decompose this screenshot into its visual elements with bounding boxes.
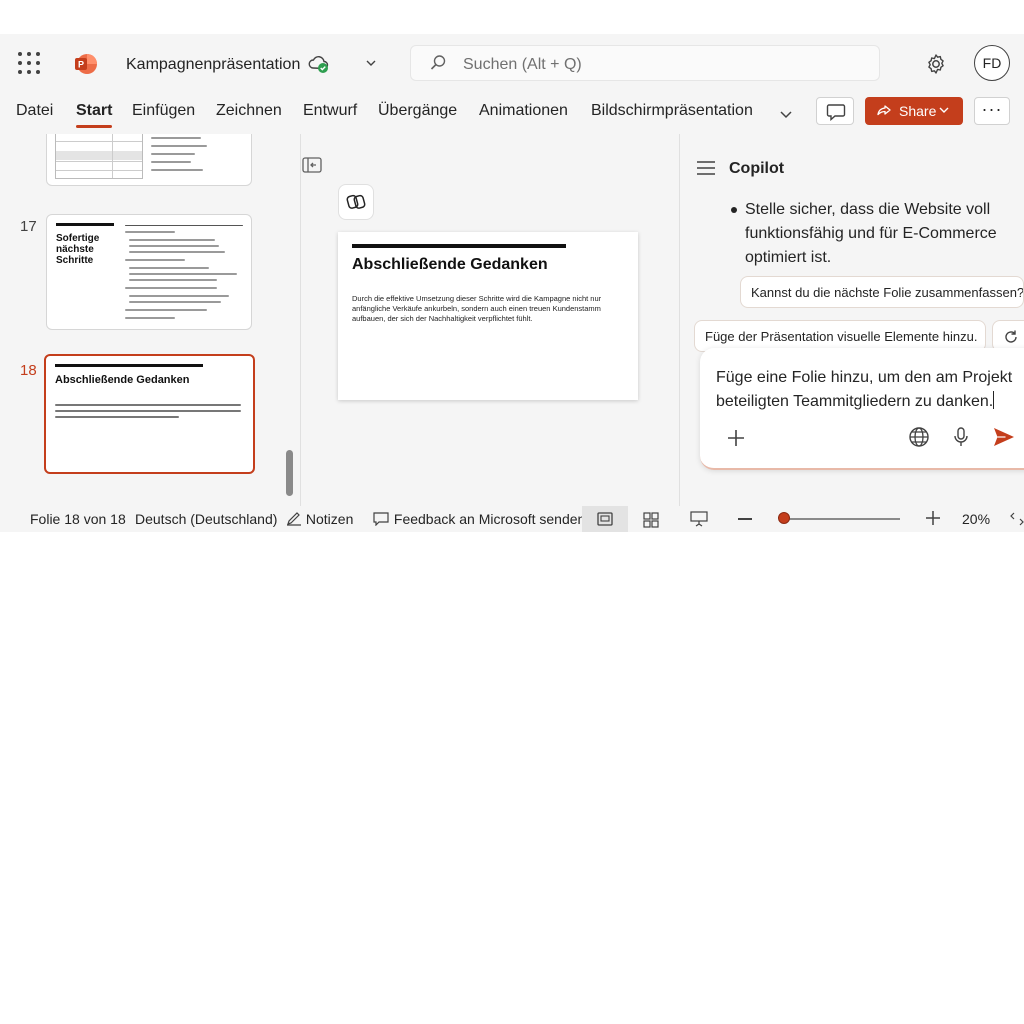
chevron-down-icon[interactable] <box>364 56 378 70</box>
copilot-pane: Copilot Stelle sicher, dass die Website … <box>680 134 1024 506</box>
add-attachment-icon[interactable] <box>726 428 746 448</box>
notes-button[interactable]: Notizen <box>286 511 353 527</box>
comments-button[interactable] <box>816 97 854 125</box>
collapse-pane-icon[interactable] <box>302 156 322 174</box>
slide-number-17: 17 <box>20 218 37 235</box>
text-caret <box>993 391 995 409</box>
search-icon <box>430 55 446 70</box>
slide-counter: Folie 18 von 18 <box>30 511 126 527</box>
tab-start[interactable]: Start <box>76 102 113 128</box>
thumbnail-title: Abschließende Gedanken <box>55 374 190 386</box>
cloud-saved-icon[interactable] <box>308 54 330 74</box>
status-bar: Folie 18 von 18 Deutsch (Deutschland) No… <box>0 506 1024 532</box>
tab-uebergaenge[interactable]: Übergänge <box>378 102 457 120</box>
tab-einfuegen[interactable]: Einfügen <box>132 102 195 120</box>
menu-icon[interactable] <box>696 160 716 176</box>
search-input[interactable] <box>461 53 845 77</box>
zoom-slider-handle[interactable] <box>778 512 790 524</box>
zoom-in-icon[interactable] <box>926 511 940 525</box>
feedback-button[interactable]: Feedback an Microsoft senden <box>372 511 585 527</box>
presenter-view-icon[interactable] <box>690 511 708 527</box>
share-button[interactable]: Share <box>865 97 963 125</box>
language-indicator[interactable]: Deutsch (Deutschland) <box>135 511 277 527</box>
microphone-icon[interactable] <box>952 426 970 448</box>
svg-text:P: P <box>78 60 84 70</box>
slide-thumbnail-16[interactable] <box>46 134 252 186</box>
slide-body-text[interactable]: Durch die effektive Umsetzung dieser Sch… <box>352 294 622 324</box>
slide-number-18: 18 <box>20 362 37 379</box>
app-launcher-icon[interactable] <box>18 52 40 74</box>
title-bar: P Kampagnenpräsentation FD <box>0 34 1024 92</box>
thumbnail-scrollbar[interactable] <box>286 450 293 496</box>
tab-zeichnen[interactable]: Zeichnen <box>216 102 282 120</box>
user-avatar[interactable]: FD <box>974 45 1010 81</box>
feedback-label: Feedback an Microsoft senden <box>393 511 586 527</box>
composer-input-text: Füge eine Folie hinzu, um den am Projekt… <box>716 369 1013 410</box>
tab-bildschirmpraesentation[interactable]: Bildschirmpräsentation <box>591 102 753 120</box>
ribbon-tabs: Datei Start Einfügen Zeichnen Entwurf Üb… <box>0 94 1024 130</box>
share-label: Share <box>899 103 937 119</box>
suggestion-chip-summarize[interactable]: Kannst du die nächste Folie zusammenfass… <box>740 276 1024 308</box>
copilot-response-bullet: Stelle sicher, dass die Website voll fun… <box>745 201 997 266</box>
document-title[interactable]: Kampagnenpräsentation <box>126 56 300 74</box>
send-icon[interactable] <box>992 426 1016 448</box>
composer-input[interactable]: Füge eine Folie hinzu, um den am Projekt… <box>716 366 1016 414</box>
feedback-icon <box>373 512 389 527</box>
copilot-icon <box>346 194 366 209</box>
slide-thumbnail-18[interactable]: Abschließende Gedanken <box>44 354 255 474</box>
zoom-out-button[interactable] <box>738 518 752 520</box>
copilot-composer[interactable]: Füge eine Folie hinzu, um den am Projekt… <box>700 348 1024 470</box>
slide-thumbnail-pane: 17 Sofertige nächste Schritte 18 Abschli… <box>0 134 300 506</box>
comment-icon <box>826 104 846 121</box>
tab-datei[interactable]: Datei <box>16 102 53 120</box>
normal-view-icon <box>597 512 613 526</box>
slide-title-bar <box>352 244 566 248</box>
search-box[interactable] <box>410 45 880 81</box>
pen-icon <box>287 512 301 526</box>
slide-thumbnail-17[interactable]: Sofertige nächste Schritte <box>46 214 252 330</box>
pane-divider <box>300 134 301 506</box>
tab-animationen[interactable]: Animationen <box>479 102 568 120</box>
refresh-icon <box>1005 330 1017 343</box>
fit-to-window-icon[interactable] <box>1010 511 1024 527</box>
notes-label: Notizen <box>305 511 354 527</box>
chevron-down-icon <box>939 107 949 113</box>
thumbnail-title: Sofertige nächste Schritte <box>56 233 100 266</box>
more-options-button[interactable]: ··· <box>974 97 1010 125</box>
copilot-title: Copilot <box>729 160 785 177</box>
powerpoint-logo-icon: P <box>75 54 97 74</box>
slide-canvas[interactable]: Abschließende Gedanken Durch die effekti… <box>338 232 638 400</box>
thumb-table <box>55 134 143 179</box>
copilot-button[interactable] <box>338 184 374 220</box>
more-tabs-chevron-icon[interactable] <box>778 106 794 122</box>
normal-view-button[interactable] <box>582 506 628 532</box>
slide-title[interactable]: Abschließende Gedanken <box>352 256 548 274</box>
globe-icon[interactable] <box>908 426 930 448</box>
tab-entwurf[interactable]: Entwurf <box>303 102 357 120</box>
slide-sorter-icon[interactable] <box>643 512 659 528</box>
zoom-level[interactable]: 20% <box>962 511 990 527</box>
share-icon <box>877 105 891 116</box>
powerpoint-window: P Kampagnenpräsentation FD Datei Start E… <box>0 34 1024 532</box>
bullet-icon <box>731 207 737 213</box>
zoom-slider[interactable] <box>784 518 900 520</box>
gear-icon[interactable] <box>924 52 948 76</box>
